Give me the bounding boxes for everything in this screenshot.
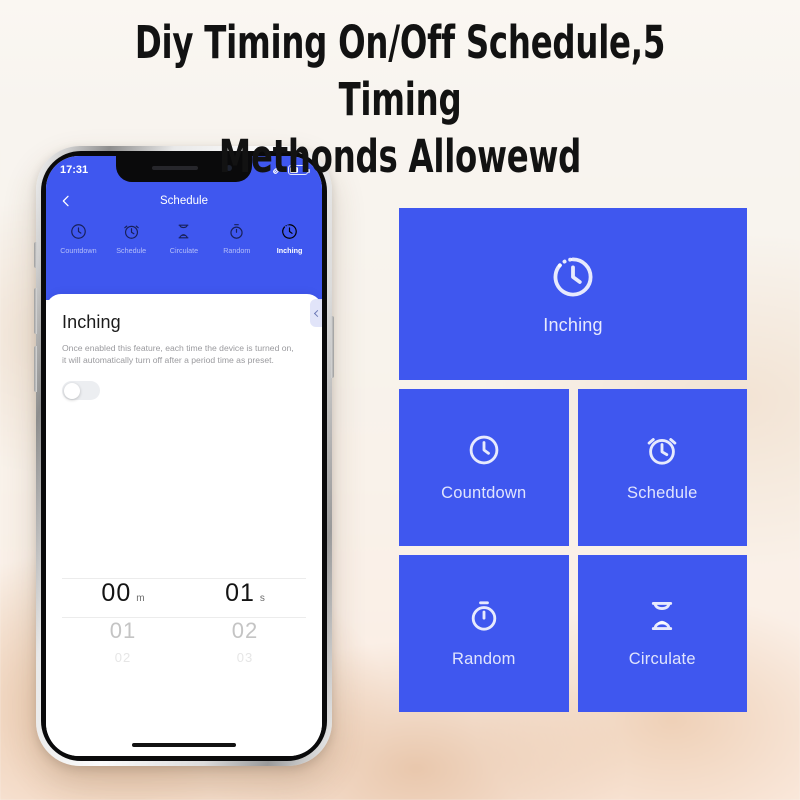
picker-minutes-cell[interactable]: 00 m <box>62 579 184 617</box>
app-nav-title: Schedule <box>160 195 208 207</box>
tile-circulate[interactable]: Circulate <box>577 555 747 712</box>
stopwatch-icon <box>471 601 496 631</box>
tile-schedule[interactable]: Schedule <box>577 389 747 546</box>
tab-random[interactable]: Random <box>212 222 262 255</box>
tab-countdown[interactable]: Countdown <box>53 222 103 255</box>
tile-inching[interactable]: Inching <box>399 208 747 380</box>
picker-minutes-next[interactable]: 01 <box>62 618 184 650</box>
sheet-description: Once enabled this feature, each time the… <box>62 343 294 366</box>
picker-seconds-cell[interactable]: 01 s <box>184 579 306 617</box>
dotted-clock-icon <box>553 257 593 296</box>
feature-tile-grid: Inching Countdown Schedule Random Circul… <box>399 208 747 712</box>
tab-circulate[interactable]: Circulate <box>159 222 209 255</box>
phone-volume-down-button <box>34 346 37 392</box>
picker-selected-row[interactable]: 00 m 01 s <box>62 579 306 617</box>
clock-icon <box>469 435 499 465</box>
picker-minutes-unit: m <box>136 593 145 604</box>
home-indicator <box>132 743 236 747</box>
sheet-title: Inching <box>62 312 121 332</box>
tile-label: Countdown <box>441 484 527 502</box>
chevron-left-icon[interactable] <box>58 193 74 209</box>
tab-label: Countdown <box>60 246 97 255</box>
hourglass-icon <box>179 224 189 239</box>
tab-label: Inching <box>276 246 303 255</box>
picker-seconds-next[interactable]: 02 <box>184 618 306 650</box>
toggle-knob <box>63 382 80 399</box>
inching-toggle[interactable] <box>62 381 100 401</box>
picker-seconds-value: 01 <box>225 579 255 607</box>
tab-schedule[interactable]: Schedule <box>106 222 156 255</box>
phone-mute-switch <box>34 242 37 268</box>
headline-line-2: Methonds Allowewd <box>218 130 582 183</box>
picker-minutes-value: 00 <box>101 579 132 607</box>
screen-side-handle[interactable] <box>310 299 322 327</box>
tile-label: Schedule <box>627 484 698 502</box>
alarm-clock-icon <box>647 438 677 465</box>
stopwatch-icon <box>230 224 243 239</box>
tile-countdown[interactable]: Countdown <box>399 389 569 546</box>
picker-seconds-unit: s <box>259 593 265 604</box>
phone-power-button <box>331 316 334 378</box>
tile-label: Random <box>451 650 516 668</box>
phone-mockup: 17:31 Schedule Countdown Schedule Circul… <box>34 146 334 766</box>
tile-random[interactable]: Random <box>399 555 569 712</box>
app-nav-bar: Schedule <box>46 184 322 218</box>
tab-label: Schedule <box>116 246 147 255</box>
headline-line-1: Diy Timing On/Off Schedule,5 Timing <box>134 16 666 126</box>
clock-icon <box>71 224 86 239</box>
app-tab-strip: Countdown Schedule Circulate Random Inch… <box>46 222 322 255</box>
picker-next-row[interactable]: 01 02 <box>62 618 306 650</box>
dotted-clock-icon <box>282 224 297 239</box>
alarm-clock-icon <box>123 225 139 239</box>
hourglass-icon <box>652 601 673 631</box>
picker-minutes-faded[interactable]: 02 <box>62 650 184 670</box>
page-title: Diy Timing On/Off Schedule,5 Timing Meth… <box>80 14 720 185</box>
tile-label: Inching <box>543 314 603 335</box>
picker-seconds-faded[interactable]: 03 <box>184 650 306 670</box>
phone-volume-up-button <box>34 288 37 334</box>
duration-picker[interactable]: 00 m 01 s 01 02 02 03 <box>62 578 306 670</box>
tile-label: Circulate <box>628 650 696 668</box>
tab-inching[interactable]: Inching <box>265 222 315 255</box>
tab-label: Random <box>223 246 251 255</box>
inching-sheet: Inching Once enabled this feature, each … <box>46 294 322 756</box>
page-root: Diy Timing On/Off Schedule,5 Timing Meth… <box>0 0 800 800</box>
picker-faded-row[interactable]: 02 03 <box>62 650 306 670</box>
phone-screen: 17:31 Schedule Countdown Schedule Circul… <box>46 156 322 756</box>
tab-label: Circulate <box>169 246 199 255</box>
